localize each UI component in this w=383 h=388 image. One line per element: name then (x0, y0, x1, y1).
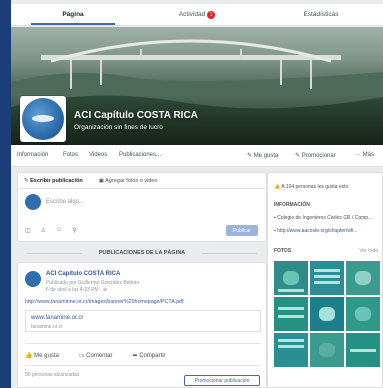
info-website[interactable]: ▪ http://www.aacoste.org/chapter/wfi... (274, 228, 358, 234)
camera-icon[interactable]: ◫ (25, 227, 31, 234)
page-category: Organización sin fines de lucro (74, 124, 163, 131)
more-button[interactable]: ··· Más (355, 152, 374, 158)
likes-count: 👍 A 164 personas les gusta esto (274, 184, 349, 190)
location-icon[interactable]: ⚲ (72, 227, 76, 234)
composer-avatar (25, 194, 41, 210)
tab-estadisticas-label: Estadísticas (303, 11, 339, 18)
like-button[interactable]: 👍 Me gusta (25, 352, 59, 359)
tag-people-icon[interactable]: ♙ (41, 227, 46, 234)
tab-pagina[interactable]: Página (11, 4, 135, 25)
see-all-link[interactable]: Ver todo (359, 248, 378, 254)
tab-pagina-label: Página (62, 11, 84, 18)
photo-thumb[interactable] (346, 333, 380, 367)
post-author[interactable]: ACI Capítulo COSTA RICA (46, 271, 120, 277)
write-post-tab[interactable]: ✎ Escribir publicación (24, 178, 83, 184)
promote-label: Promocionar (301, 153, 336, 159)
link-preview[interactable]: www.fanamine.or.cr fanamine.or.cr (25, 310, 261, 332)
nav-fotos[interactable]: Fotos (63, 152, 78, 158)
post-published-by: Publicado por Guillermo González Beltrán (46, 280, 140, 286)
page-avatar[interactable] (20, 96, 66, 142)
nav-videos[interactable]: Videos (89, 152, 107, 158)
photo-thumb[interactable] (274, 261, 308, 295)
photo-thumb[interactable] (346, 261, 380, 295)
like-page-button[interactable]: ✎ Me gusta (247, 152, 278, 159)
page-frame: Página Actividad 1 Estadísticas ACI Capít… (11, 0, 383, 388)
publish-button[interactable]: Publicar (226, 225, 258, 236)
share-button[interactable]: ➦ Compartir (133, 352, 166, 359)
globe-icon: ⊕ (102, 287, 108, 293)
post-composer: ✎ Escribir publicación ▣ Agregar fotos o… (17, 172, 267, 242)
photos-header: FOTOS (274, 248, 292, 254)
composer-tools: ◫ ♙ ☺ ⚲ (25, 227, 77, 234)
section-title: PUBLICACIONES DE LA PÁGINA (17, 250, 267, 256)
link-preview-domain: fanamine.or.cr (31, 324, 63, 330)
right-sidebar: 👍 A 164 personas les gusta esto INFORMAC… (267, 172, 383, 388)
feeling-icon[interactable]: ☺ (56, 227, 62, 234)
composer-input[interactable]: Escribe algo... (46, 199, 84, 205)
photo-thumb[interactable] (310, 333, 344, 367)
post-actions: 👍 Me gusta ▭ Comentar ➦ Compartir (25, 343, 261, 359)
tab-actividad[interactable]: Actividad 1 (135, 4, 259, 25)
photo-thumb[interactable] (310, 297, 344, 331)
page-tabs: Página Actividad 1 Estadísticas (11, 4, 383, 26)
promote-button[interactable]: ✎ Promocionar (295, 152, 336, 159)
photo-thumb[interactable] (274, 333, 308, 367)
post-timestamp[interactable]: 6 de abril a las 4:23 PM · ⊕ (46, 287, 107, 293)
nav-informacion[interactable]: Información (17, 152, 48, 158)
more-label: Más (362, 152, 375, 158)
like-page-label: Me gusta (253, 153, 279, 159)
photo-thumb[interactable] (274, 297, 308, 331)
tab-estadisticas[interactable]: Estadísticas (259, 4, 383, 25)
comment-button[interactable]: ▭ Comentar (79, 352, 113, 359)
notification-badge: 1 (207, 10, 216, 19)
feed-post: ACI Capítulo COSTA RICA Publicado por Gu… (17, 262, 267, 388)
nav-publicaciones[interactable]: Publicaciones... (119, 152, 161, 158)
link-preview-title: www.fanamine.or.cr (31, 315, 84, 321)
info-header: INFORMACIÓN (274, 202, 310, 208)
page-title[interactable]: ACI Capítulo COSTA RICA (74, 110, 198, 121)
photo-thumb[interactable] (346, 297, 380, 331)
page-nav: Información Fotos Videos Publicaciones..… (11, 145, 383, 167)
cover-photo (11, 27, 383, 145)
promote-post-button[interactable]: Promocionar publicación (184, 375, 260, 386)
post-link[interactable]: http://www.fanaminne.or.cr/images/banner… (25, 299, 184, 305)
add-photo-tab[interactable]: ▣ Agregar fotos o video (99, 178, 158, 184)
info-category: ▪ Colegio de Ingenieros Civiles CR / Com… (274, 215, 373, 221)
photo-thumb[interactable] (310, 261, 344, 295)
tab-actividad-label: Actividad (178, 11, 206, 18)
post-avatar[interactable] (25, 271, 41, 287)
